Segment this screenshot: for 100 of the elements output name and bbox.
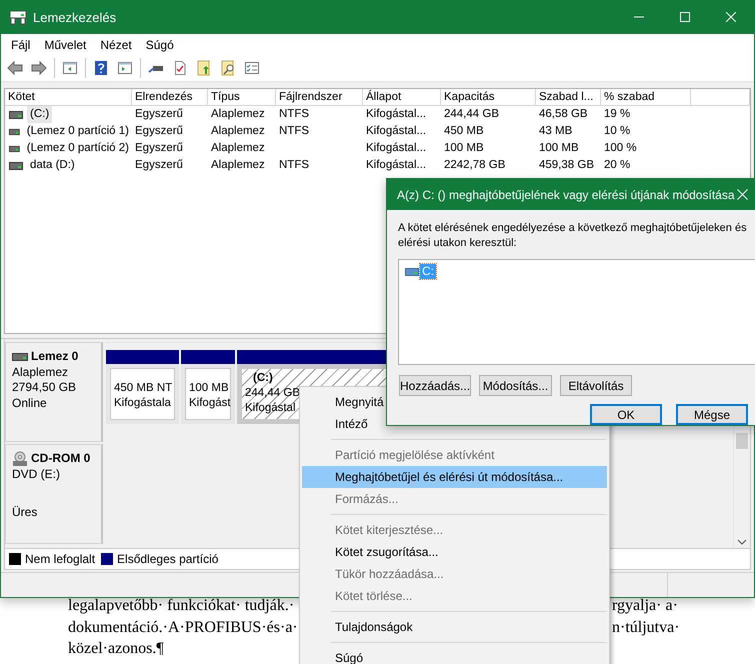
menu-item[interactable]: Tulajdonságok [302, 616, 607, 638]
partition-status: Kifogástala [113, 396, 171, 411]
drive-icon [9, 110, 23, 118]
column-header[interactable]: Kötet [5, 89, 132, 106]
table-cell-text: NTFS [278, 124, 310, 139]
table-cell-text: 244,44 GB [443, 107, 500, 122]
table-cell-text: Egyszerű [134, 141, 184, 156]
partition-size: 100 MB [188, 381, 229, 396]
scrollbar-thumb[interactable] [736, 433, 748, 449]
partition-size: 244,44 GB [244, 386, 300, 401]
menu-item[interactable]: Kötet zsugorítása... [302, 541, 607, 563]
menu-item[interactable]: Meghajtóbetűjel és elérési út módosítása... [302, 466, 607, 488]
volume-name[interactable]: (Lemez 0 partíció 1) [24, 123, 132, 140]
legend-label: Nem lefoglalt [25, 552, 96, 566]
close-icon [726, 12, 736, 22]
column-header[interactable]: Fájlrendszer [276, 89, 363, 106]
app-icon [9, 9, 27, 25]
partition-status: Kifogást [188, 396, 231, 411]
table-cell-text: Egyszerű [134, 107, 184, 122]
table-cell-text: Kifogástal... [365, 141, 428, 156]
column-header[interactable]: Típus [208, 89, 276, 106]
pane-icon [117, 60, 133, 76]
back-icon [7, 60, 23, 76]
partition-status: Kifogástal [244, 401, 296, 416]
folder-up-icon [196, 60, 212, 76]
table-cell-text: 10 % [603, 124, 632, 139]
document-text: dokumentáció.·A·PROFIBUS·és·a· [68, 618, 298, 636]
document-text: közel·azonos.¶ [68, 640, 164, 658]
table-cell-text: Egyszerű [134, 124, 184, 139]
volume-name[interactable]: (C:) [27, 106, 52, 123]
table-cell-text: 450 MB [443, 124, 485, 139]
drive-icon [9, 162, 23, 170]
table-cell-text: Kifogástal... [365, 107, 428, 122]
disk-type: Alaplemez [12, 364, 70, 380]
pane-icon [62, 60, 78, 76]
table-cell-text: Egyszerű [134, 158, 184, 173]
dialog-button[interactable]: Eltávolítás [560, 375, 632, 396]
drive-icon [405, 268, 419, 276]
document-text: n·túljutva· [612, 618, 680, 636]
dialog-button[interactable]: Mégse [676, 404, 748, 425]
table-cell-text: 100 MB [443, 141, 485, 156]
table-cell-text: 100 % [603, 141, 638, 156]
scroll-down-icon[interactable] [737, 539, 747, 545]
table-cell-text: NTFS [278, 158, 310, 173]
disk-status: Online [12, 396, 48, 411]
disk-label-panel[interactable]: CD-ROM 0 DVD (E:) Üres [5, 444, 103, 544]
column-header[interactable]: % szabad [601, 89, 691, 106]
menu-item[interactable]: Súgó [140, 38, 180, 52]
menu-item[interactable]: Művelet [38, 38, 92, 52]
dialog-button[interactable]: Módosítás... [479, 375, 552, 396]
dialog-description: A kötet elérésének engedélyezése a következő meghajtóbetűjeleken és elérési utakon keresztül: [398, 221, 748, 251]
column-header[interactable]: Szabad l... [536, 89, 601, 106]
volume-name[interactable]: data (D:) [27, 157, 78, 174]
table-cell-text: Alaplemez [210, 107, 266, 122]
menu-item[interactable]: Nézet [94, 38, 138, 52]
table-cell-text: Alaplemez [210, 141, 266, 156]
document-text: legalapvetőbb· funkciókat· tudják.· [68, 597, 294, 615]
maximize-icon [680, 12, 690, 22]
drive-icon [9, 128, 20, 136]
table-cell-text: 20 % [603, 158, 632, 173]
legend-label: Elsődleges partíció [117, 552, 218, 566]
document-text: rgyalja· a· [612, 597, 678, 615]
table-cell-text: Alaplemez [210, 158, 266, 173]
disk-name: Lemez 0 [31, 349, 78, 364]
table-cell-text: 19 % [603, 107, 632, 122]
folder-search-icon [220, 60, 236, 76]
table-cell-text: 459,38 GB [538, 158, 595, 173]
table-cell-text: Alaplemez [210, 124, 266, 139]
drive-icon [12, 352, 28, 362]
disk-label-panel[interactable]: Lemez 0 Alaplemez 2794,50 GB Online [5, 342, 103, 442]
cd-drive-icon [12, 451, 28, 467]
dialog-title: A(z) C: () meghajtóbetűjelének vagy elérési útjának módosítása [396, 188, 736, 202]
disk-status: Üres [12, 505, 38, 520]
disk-name: CD-ROM 0 [31, 451, 90, 467]
partition-name: (C:) [252, 371, 273, 386]
menu-item[interactable]: Fájl [5, 38, 36, 52]
partition-block[interactable]: 450 MB NT Kifogástala [106, 364, 179, 424]
column-header[interactable]: Kapacitás [441, 89, 536, 106]
close-button[interactable] [737, 189, 748, 200]
dialog-button[interactable]: Hozzáadás... [399, 375, 471, 396]
partition-bar [181, 350, 235, 364]
disk-size: 2794,50 GB [12, 380, 78, 396]
checked-document-icon [172, 60, 188, 76]
partition-size: 450 MB NT [113, 381, 172, 396]
dialog-button[interactable]: OK [590, 404, 662, 425]
partition-block[interactable]: 100 MB Kifogást [181, 364, 235, 424]
column-header[interactable]: Állapot [363, 89, 441, 106]
table-cell-text: Kifogástal... [365, 158, 428, 173]
table-cell-text: NTFS [278, 107, 310, 122]
table-cell-text: 46,58 GB [538, 107, 589, 122]
help-icon [93, 60, 109, 76]
volume-name[interactable]: (Lemez 0 partíció 2) [24, 140, 132, 157]
checklist-icon [244, 60, 260, 76]
disk-type: DVD (E:) [12, 467, 61, 482]
window-title: Lemezkezelés [33, 10, 118, 24]
column-header[interactable]: Elrendezés [132, 89, 208, 106]
table-cell-text: Kifogástal... [365, 124, 428, 139]
table-cell-text: 2242,78 GB [443, 158, 506, 173]
table-cell-text: 100 MB [538, 141, 580, 156]
table-cell-text: 43 MB [538, 124, 574, 139]
